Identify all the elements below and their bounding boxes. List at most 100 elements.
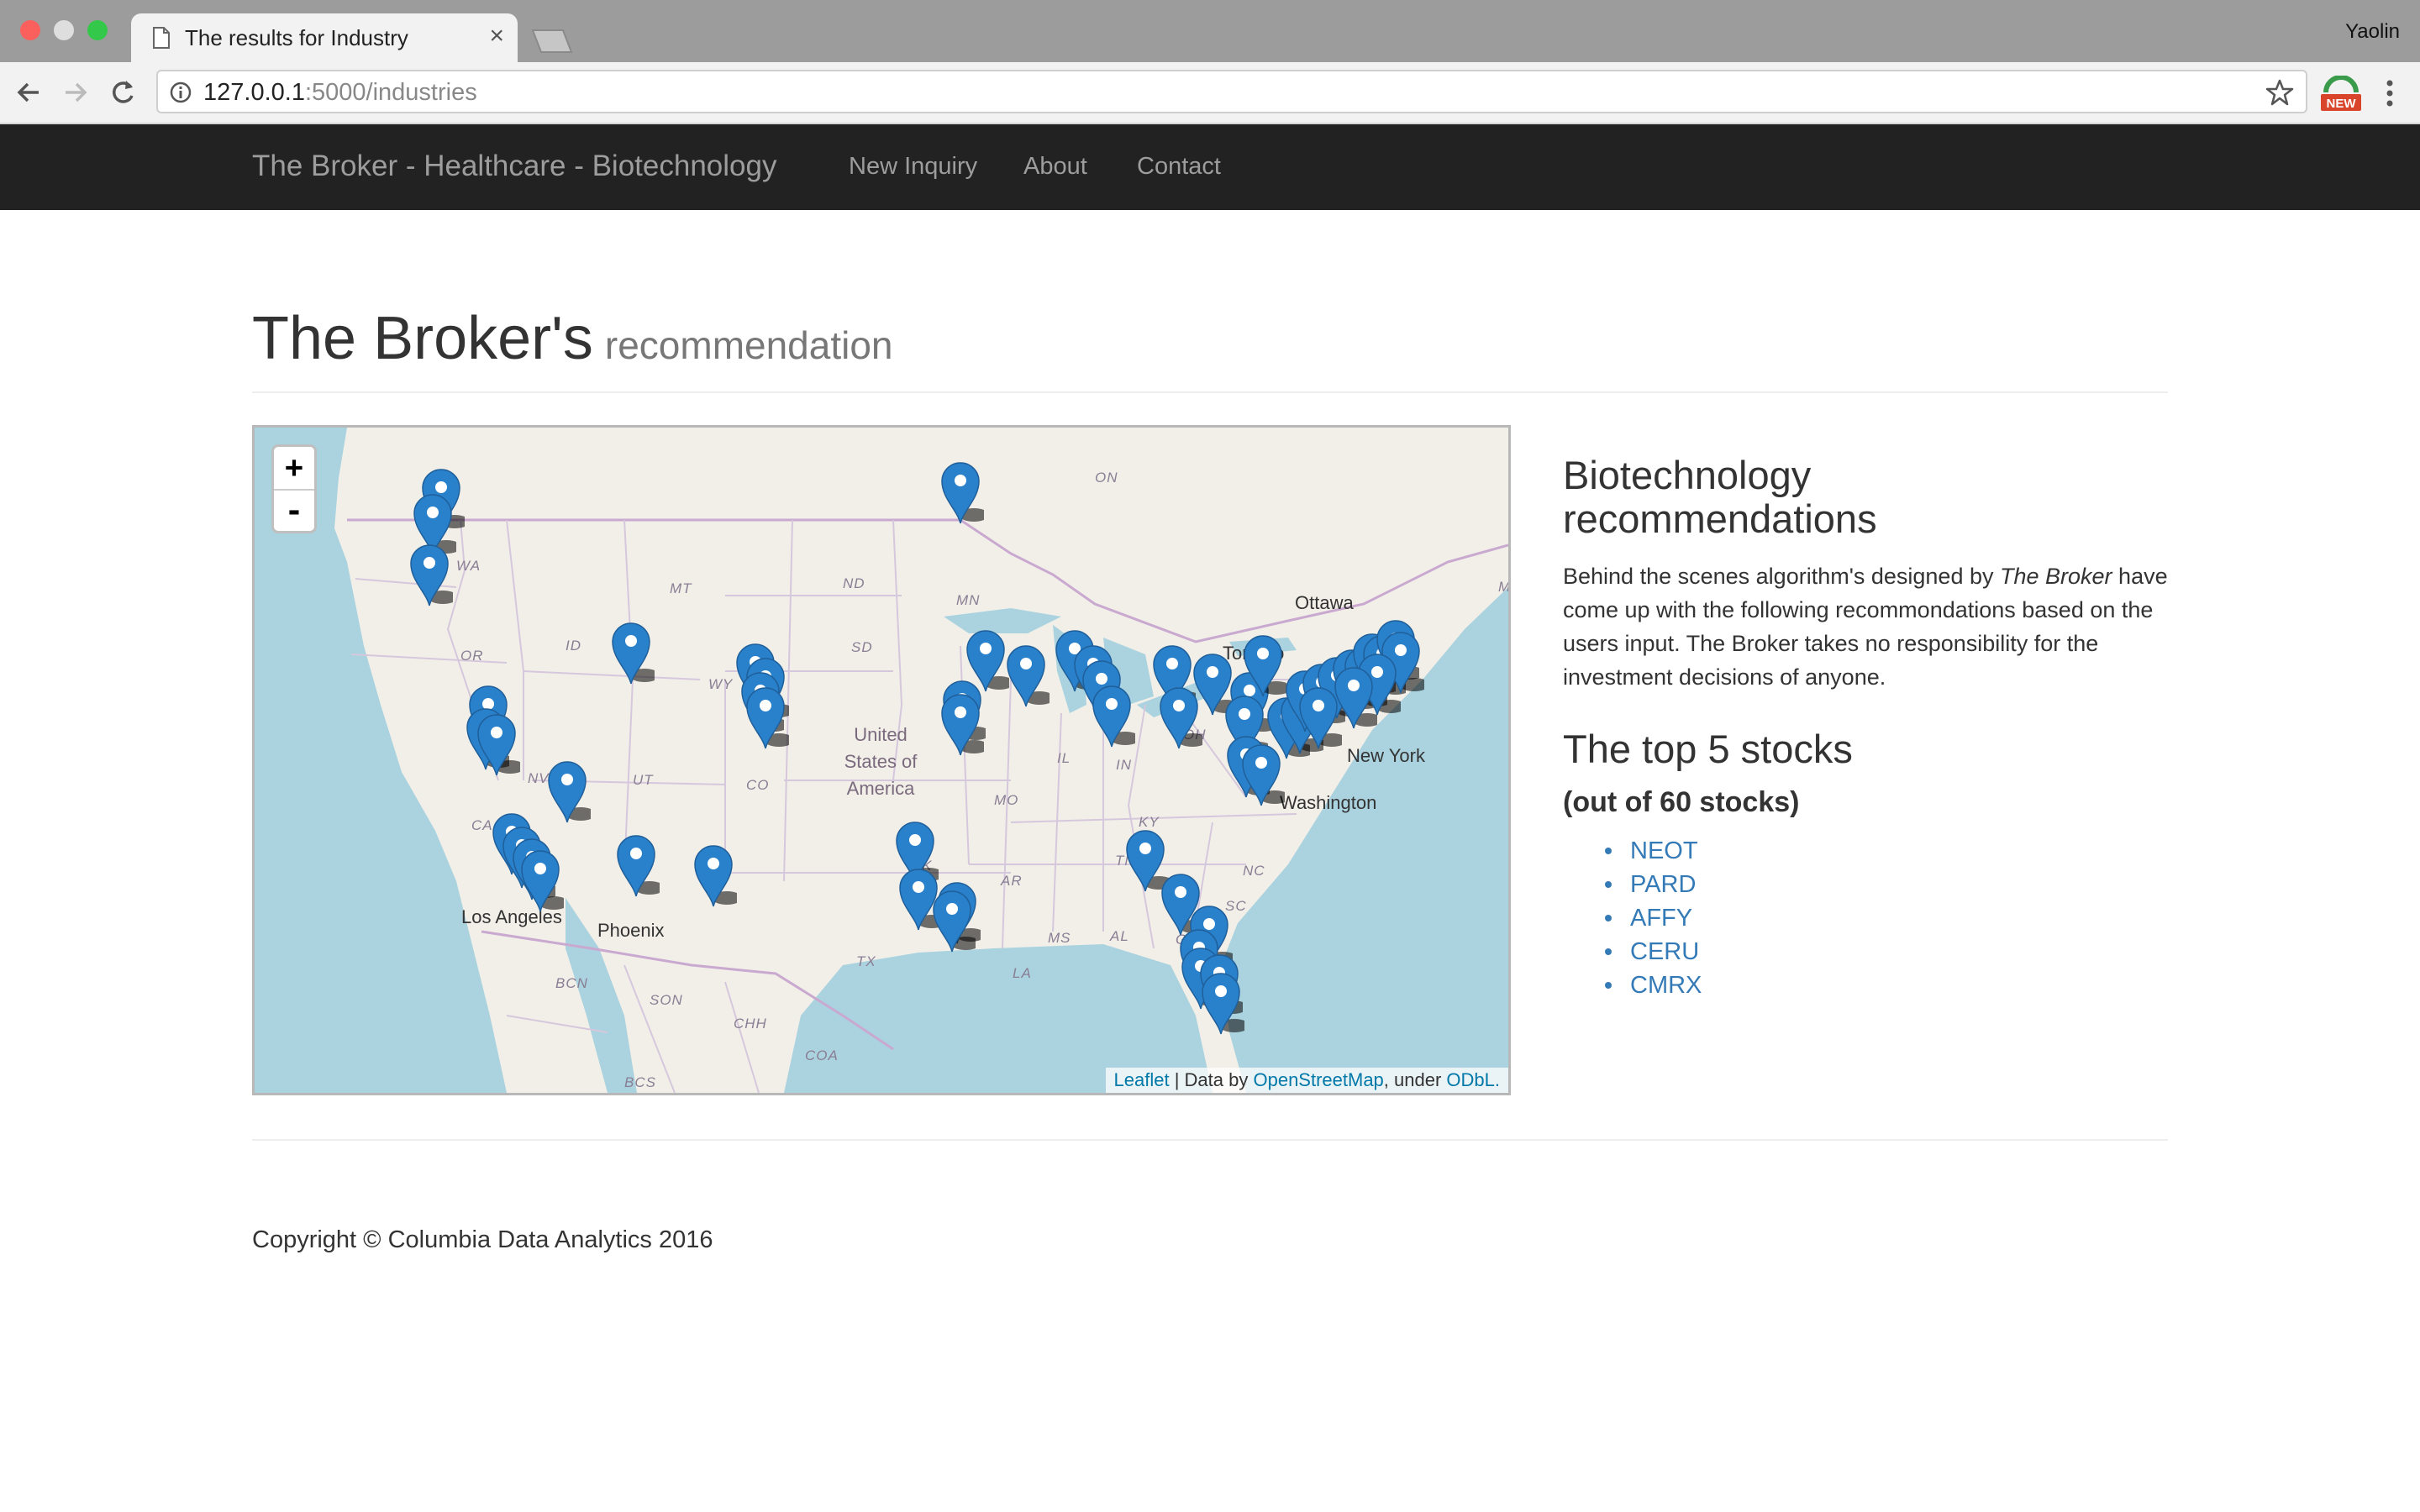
map-label-ar: AR — [1001, 873, 1023, 889]
map-marker-icon[interactable] — [932, 888, 976, 953]
city-label-phoenix: Phoenix — [597, 920, 665, 941]
map-label-me: ME — [1498, 579, 1511, 595]
map-label-nd: ND — [843, 575, 865, 591]
recommendation-panel: Biotechnology recommendations Behind the… — [1563, 454, 2168, 1002]
map-label-wa: WA — [456, 558, 481, 574]
map-marker-icon[interactable] — [1201, 970, 1244, 1036]
new-tab-button[interactable] — [526, 29, 575, 54]
browser-toolbar: 127.0.0.1:5000/industries NEW — [0, 62, 2420, 124]
stock-link-ceru[interactable]: CERU — [1630, 938, 1699, 965]
map-label-bcn: BCN — [555, 975, 588, 991]
document-icon — [153, 27, 170, 49]
map-label-ms: MS — [1048, 930, 1071, 946]
map-marker-icon[interactable] — [476, 711, 520, 777]
leaflet-link[interactable]: Leaflet — [1114, 1069, 1170, 1090]
map-marker-icon[interactable] — [520, 848, 564, 913]
map-marker-icon[interactable] — [693, 843, 737, 908]
map-label-coa: COA — [805, 1047, 839, 1063]
map-label-al: AL — [1110, 928, 1129, 944]
map-label-ca: CA — [471, 817, 493, 833]
page-header: The Broker's recommendation — [252, 304, 2168, 393]
map-label-son: SON — [650, 992, 683, 1008]
page-title: The Broker's — [252, 305, 593, 372]
tab-title: The results for Industry — [185, 25, 408, 50]
forward-arrow-icon[interactable] — [60, 77, 91, 108]
minimize-window-button[interactable] — [54, 20, 74, 40]
list-item: CMRX — [1563, 969, 2168, 1002]
description-paragraph: Behind the scenes algorithm's designed b… — [1563, 564, 2168, 690]
section-heading: Biotechnology recommendations — [1563, 453, 1877, 541]
nav-link-about[interactable]: About — [1023, 153, 1087, 181]
zoom-out-button[interactable]: - — [274, 491, 314, 533]
bookmark-star-icon[interactable] — [2265, 78, 2294, 107]
nav-link-new-inquiry[interactable]: New Inquiry — [849, 153, 977, 181]
map-label-mt: MT — [670, 580, 692, 596]
map-label-la: LA — [1013, 965, 1032, 981]
list-item: CERU — [1563, 935, 2168, 969]
map-label-on: ON — [1095, 470, 1118, 486]
stock-list: NEOT PARD AFFY CERU CMRX — [1563, 834, 2168, 1002]
copyright-text: Copyright © Columbia Data Analytics 2016 — [252, 1226, 713, 1253]
stock-link-neot[interactable]: NEOT — [1630, 837, 1698, 864]
list-item: NEOT — [1563, 834, 2168, 868]
map-marker-icon[interactable] — [965, 627, 1009, 693]
map-label-nc: NC — [1243, 863, 1265, 879]
profile-name[interactable]: Yaolin — [2345, 20, 2400, 44]
map-marker-icon[interactable] — [940, 691, 984, 757]
map-marker-icon[interactable] — [1243, 633, 1286, 698]
map-marker-icon[interactable] — [1092, 683, 1135, 748]
map-label-mn: MN — [956, 592, 981, 608]
map-marker-icon[interactable] — [611, 620, 655, 685]
browser-tab-active[interactable]: The results for Industry × — [131, 13, 518, 64]
city-label-new-york: New York — [1347, 745, 1425, 766]
map-label-sd: SD — [851, 639, 873, 655]
map-marker-icon[interactable] — [409, 542, 453, 607]
map-label-il: IL — [1057, 750, 1071, 766]
openstreetmap-link[interactable]: OpenStreetMap — [1253, 1069, 1383, 1090]
stock-link-pard[interactable]: PARD — [1630, 871, 1696, 898]
navbar-brand[interactable]: The Broker - Healthcare - Biotechnology — [252, 150, 776, 183]
leaflet-map[interactable]: WA OR ID MT ND MN SD WY NV UT CO CA MO I… — [252, 425, 1511, 1095]
country-label-usa: United States of America — [844, 724, 918, 799]
info-icon[interactable] — [170, 81, 192, 103]
stocks-count-subheading: (out of 60 stocks) — [1563, 786, 1800, 818]
city-label-ottawa: Ottawa — [1295, 592, 1354, 613]
browser-menu-icon[interactable] — [2383, 77, 2396, 109]
nav-link-contact[interactable]: Contact — [1137, 153, 1221, 181]
map-label-bcs: BCS — [624, 1074, 656, 1090]
map-label-wy: WY — [708, 676, 734, 692]
map-label-or: OR — [460, 648, 484, 664]
map-marker-icon[interactable] — [1298, 685, 1342, 750]
maximize-window-button[interactable] — [87, 20, 108, 40]
map-attribution: Leaflet | Data by OpenStreetMap, under O… — [1105, 1068, 1508, 1093]
map-marker-icon[interactable] — [940, 459, 984, 525]
map-label-mo: MO — [994, 792, 1019, 808]
stock-link-affy[interactable]: AFFY — [1630, 905, 1692, 932]
close-window-button[interactable] — [20, 20, 40, 40]
address-bar[interactable]: 127.0.0.1:5000/industries — [156, 70, 2307, 113]
window-titlebar: The results for Industry × Yaolin — [0, 0, 2420, 64]
list-item: PARD — [1563, 868, 2168, 901]
footer-divider — [252, 1139, 2168, 1141]
map-marker-icon[interactable] — [616, 832, 660, 898]
city-label-washington: Washington — [1280, 792, 1377, 813]
map-label-ut: UT — [633, 772, 654, 788]
zoom-in-button[interactable]: + — [274, 447, 314, 491]
map-marker-icon[interactable] — [547, 759, 591, 824]
map-marker-icon[interactable] — [1006, 643, 1050, 708]
map-label-chh: CHH — [734, 1016, 767, 1032]
map-label-nv: NV — [528, 770, 550, 786]
odbl-link[interactable]: ODbL. — [1446, 1069, 1500, 1090]
tab-close-icon[interactable]: × — [489, 24, 504, 49]
top-stocks-heading: The top 5 stocks — [1563, 727, 1853, 771]
reload-icon[interactable] — [108, 77, 138, 108]
page-subtitle: recommendation — [604, 323, 893, 367]
map-marker-icon[interactable] — [745, 685, 789, 750]
back-arrow-icon[interactable] — [13, 77, 44, 108]
extension-icon[interactable]: NEW — [2319, 76, 2363, 113]
site-navbar: The Broker - Healthcare - Biotechnology … — [0, 124, 2420, 210]
zoom-control: + - — [271, 444, 317, 533]
map-label-id: ID — [566, 638, 581, 654]
stock-link-cmrx[interactable]: CMRX — [1630, 972, 1702, 999]
url-text[interactable]: 127.0.0.1:5000/industries — [203, 79, 477, 107]
